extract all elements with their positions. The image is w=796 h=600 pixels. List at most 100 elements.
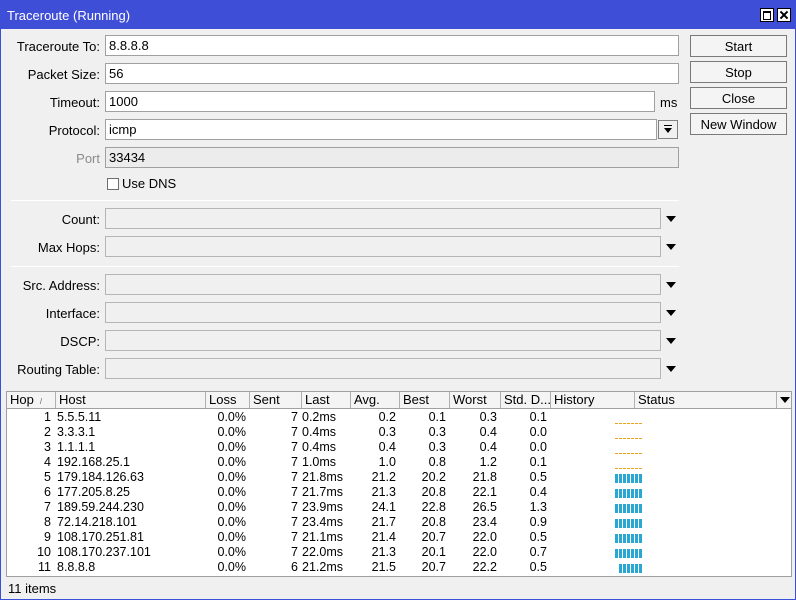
history-sparkline xyxy=(615,519,642,528)
best-cell: 20.7 xyxy=(421,560,446,574)
std-dev-cell: 0.1 xyxy=(529,455,547,469)
history-bar xyxy=(627,564,630,573)
history-bar xyxy=(619,453,622,454)
sent-cell: 7 xyxy=(291,455,298,469)
count-input[interactable] xyxy=(105,208,661,229)
std-dev-cell: 1.3 xyxy=(529,500,547,514)
hop-cell: 11 xyxy=(38,560,51,574)
history-bar xyxy=(635,474,638,483)
routing-table-input[interactable] xyxy=(105,358,661,379)
new-window-button[interactable]: New Window xyxy=(690,113,787,135)
table-row[interactable]: 7 189.59.244.230 0.0% 7 23.9ms 24.1 22.8 26.5 1.… xyxy=(7,500,791,515)
protocol-dropdown-icon[interactable] xyxy=(658,120,678,139)
stop-button[interactable]: Stop xyxy=(690,61,787,83)
dscp-expand-icon[interactable] xyxy=(665,336,677,346)
packet-size-label: Packet Size: xyxy=(27,67,100,82)
column-header-status[interactable]: Status xyxy=(635,392,777,408)
column-header-worst[interactable]: Worst xyxy=(450,392,501,408)
src-address-label: Src. Address: xyxy=(22,278,100,293)
column-header-std-dev[interactable]: Std. D... xyxy=(501,392,551,408)
history-bar xyxy=(627,468,630,469)
src-address-input[interactable] xyxy=(105,274,661,295)
interface-input[interactable] xyxy=(105,302,661,323)
avg-cell: 21.7 xyxy=(371,515,396,529)
close-window-icon[interactable] xyxy=(777,8,791,22)
packet-size-input[interactable] xyxy=(105,63,679,84)
table-row[interactable]: 8 72.14.218.101 0.0% 7 23.4ms 21.7 20.8 23.4 0.9 xyxy=(7,515,791,530)
history-bar xyxy=(619,438,622,439)
table-row[interactable]: 5 179.184.126.63 0.0% 7 21.8ms 21.2 20.2 21.8 0.… xyxy=(7,470,791,485)
count-expand-icon[interactable] xyxy=(665,214,677,224)
title-bar[interactable]: Traceroute (Running) xyxy=(1,1,795,29)
timeout-unit: ms xyxy=(660,95,678,110)
worst-cell: 23.4 xyxy=(472,515,497,529)
loss-cell: 0.0% xyxy=(217,515,247,529)
column-header-sent[interactable]: Sent xyxy=(250,392,302,408)
column-header-last[interactable]: Last xyxy=(302,392,351,408)
column-header-label: History xyxy=(554,392,595,407)
column-header-hop[interactable]: Hop / xyxy=(7,392,56,408)
history-bar xyxy=(639,519,642,528)
start-button[interactable]: Start xyxy=(690,35,787,57)
sent-cell: 7 xyxy=(291,440,298,454)
max-hops-expand-icon[interactable] xyxy=(665,242,677,252)
dscp-input[interactable] xyxy=(105,330,661,351)
host-cell: 108.170.251.81 xyxy=(57,530,144,544)
history-bar xyxy=(619,549,622,558)
src-address-expand-icon[interactable] xyxy=(665,280,677,290)
interface-expand-icon[interactable] xyxy=(665,308,677,318)
table-row[interactable]: 11 8.8.8.8 0.0% 6 21.2ms 21.5 20.7 22.2 0.5 xyxy=(7,560,791,575)
hop-cell: 5 xyxy=(44,470,51,484)
table-row[interactable]: 4 192.168.25.1 0.0% 7 1.0ms 1.0 0.8 1.2 0.1 xyxy=(7,455,791,470)
history-bar xyxy=(627,423,630,424)
history-bar xyxy=(615,474,618,483)
last-cell: 0.4ms xyxy=(302,425,337,439)
history-bar xyxy=(615,438,618,439)
use-dns-label[interactable]: Use DNS xyxy=(122,176,176,191)
history-bar xyxy=(635,453,638,454)
column-header-host[interactable]: Host xyxy=(56,392,206,408)
traceroute-to-input[interactable] xyxy=(105,35,679,56)
close-button[interactable]: Close xyxy=(690,87,787,109)
history-bar xyxy=(639,423,642,424)
history-bar xyxy=(615,489,618,498)
last-cell: 21.2ms xyxy=(302,560,343,574)
history-sparkline xyxy=(615,468,642,469)
column-header-loss[interactable]: Loss xyxy=(206,392,250,408)
history-bar xyxy=(623,549,626,558)
history-sparkline xyxy=(615,453,642,454)
history-sparkline xyxy=(615,504,642,513)
column-header-best[interactable]: Best xyxy=(400,392,450,408)
history-bar xyxy=(623,453,626,454)
port-input[interactable] xyxy=(105,147,679,168)
table-row[interactable]: 2 3.3.3.1 0.0% 7 0.4ms 0.3 0.3 0.4 0.0 xyxy=(7,425,791,440)
hop-cell: 2 xyxy=(44,425,51,439)
table-row[interactable]: 3 1.1.1.1 0.0% 7 0.4ms 0.4 0.3 0.4 0.0 xyxy=(7,440,791,455)
timeout-input[interactable] xyxy=(105,91,655,112)
protocol-select[interactable] xyxy=(105,119,657,140)
column-header-avg[interactable]: Avg. xyxy=(351,392,400,408)
column-header-label: Last xyxy=(305,392,330,407)
table-row[interactable]: 10 108.170.237.101 0.0% 7 22.0ms 21.3 20.1 22.0… xyxy=(7,545,791,560)
host-cell: 108.170.237.101 xyxy=(57,545,151,559)
std-dev-cell: 0.0 xyxy=(529,425,547,439)
host-cell: 5.5.5.11 xyxy=(57,410,102,424)
maximize-icon[interactable] xyxy=(760,8,774,22)
history-bar xyxy=(623,489,626,498)
routing-table-expand-icon[interactable] xyxy=(665,364,677,374)
max-hops-input[interactable] xyxy=(105,236,661,257)
use-dns-checkbox[interactable] xyxy=(107,178,119,190)
history-bar xyxy=(631,453,634,454)
column-header-label: Hop xyxy=(10,392,34,407)
history-bar xyxy=(639,453,642,454)
history-bar xyxy=(631,549,634,558)
table-row[interactable]: 1 5.5.5.11 0.0% 7 0.2ms 0.2 0.1 0.3 0.1 xyxy=(7,410,791,425)
history-bar xyxy=(631,504,634,513)
loss-cell: 0.0% xyxy=(217,560,247,574)
column-header-history[interactable]: History xyxy=(551,392,635,408)
sent-cell: 7 xyxy=(291,410,298,424)
column-menu-icon[interactable] xyxy=(777,392,791,408)
table-row[interactable]: 6 177.205.8.25 0.0% 7 21.7ms 21.3 20.8 22.1 0.4 xyxy=(7,485,791,500)
table-row[interactable]: 9 108.170.251.81 0.0% 7 21.1ms 21.4 20.7 22.0 0.… xyxy=(7,530,791,545)
host-cell: 189.59.244.230 xyxy=(57,500,144,514)
